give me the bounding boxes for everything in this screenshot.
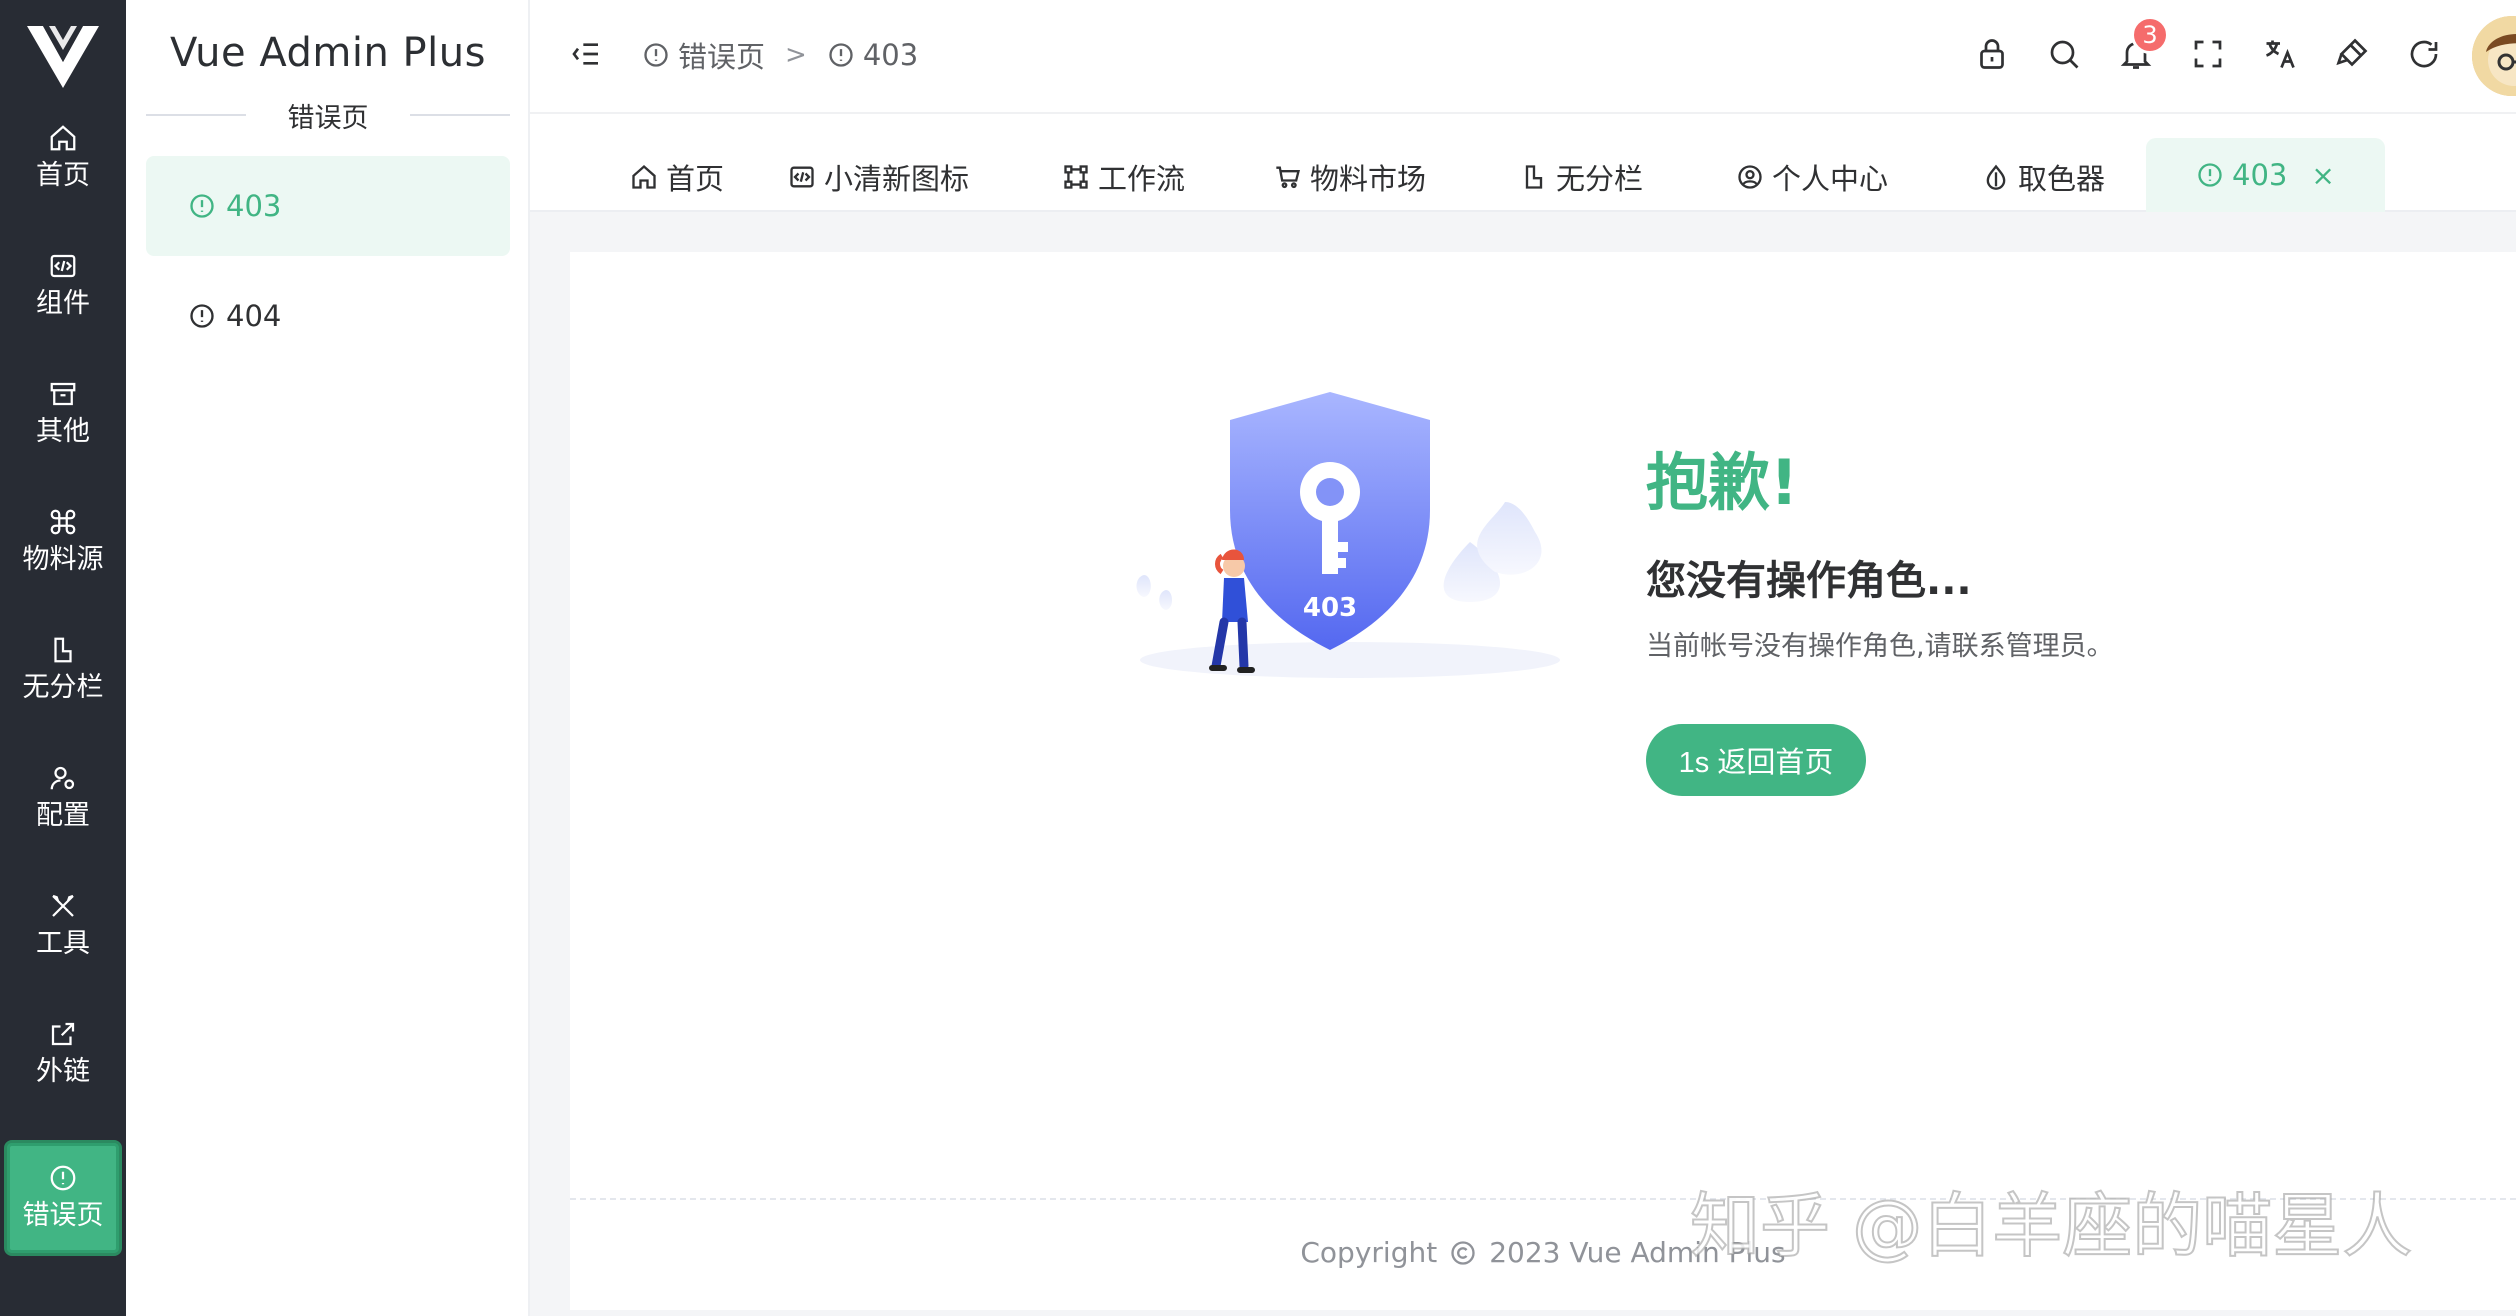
- user-settings-icon: [50, 766, 75, 790]
- tools-icon: [52, 894, 74, 917]
- tab-nocolumn[interactable]: 无分栏: [1520, 142, 1643, 212]
- forbidden-illustration: 403: [1130, 392, 1580, 712]
- error-card: 403 抱歉! 您没有操作角色... 当前帐号没有操作角色,请联系管理员。 1s…: [570, 252, 2516, 1310]
- cart-icon: [1276, 166, 1300, 189]
- tab-label: 403: [2232, 158, 2288, 192]
- tab-label: 取色器: [2018, 162, 2106, 196]
- tab-label: 工作流: [1098, 162, 1186, 196]
- collapse-menu-icon[interactable]: [570, 38, 602, 70]
- rail-item-error-pages[interactable]: 错误页: [4, 1140, 122, 1256]
- tab-icons[interactable]: 小清新图标: [788, 142, 969, 212]
- error-icon: [50, 1165, 76, 1191]
- error-icon: [829, 43, 853, 67]
- sidebar-item-403[interactable]: 403: [146, 156, 510, 256]
- rail-item-other[interactable]: 其他: [4, 356, 122, 472]
- rail-item-label: 无分栏: [22, 672, 104, 703]
- tab-profile[interactable]: 个人中心: [1736, 142, 1888, 212]
- app-title: Vue Admin Plus: [170, 30, 486, 76]
- drop-icon: [1986, 164, 2006, 190]
- tab-color-picker[interactable]: 取色器: [1982, 142, 2105, 212]
- translate-icon[interactable]: [2262, 36, 2298, 72]
- tab-market[interactable]: 物料市场: [1274, 142, 1426, 212]
- error-icon: [2198, 163, 2222, 187]
- error-title: 抱歉!: [1646, 446, 1799, 519]
- error-description: 当前帐号没有操作角色,请联系管理员。: [1646, 631, 2114, 662]
- layout-icon: [1525, 165, 1543, 189]
- back-home-button[interactable]: 1s 返回首页: [1646, 724, 1866, 796]
- tab-label: 首页: [666, 162, 725, 196]
- rail-item-external[interactable]: 外链: [4, 996, 122, 1112]
- rail-item-label: 错误页: [22, 1200, 104, 1231]
- sidebar-item-label: 404: [226, 299, 282, 333]
- breadcrumb: 错误页 > 403: [642, 34, 918, 76]
- vue-logo-icon[interactable]: [27, 26, 99, 88]
- sidebar-item-label: 403: [226, 189, 282, 223]
- sidebar-item-404[interactable]: 404: [146, 266, 510, 366]
- flow-icon: [1064, 165, 1088, 189]
- rail-item-label: 配置: [36, 800, 90, 831]
- breadcrumb-label: 错误页: [678, 40, 766, 74]
- error-icon: [190, 194, 214, 218]
- rail-item-label: 其他: [36, 416, 90, 447]
- tab-home[interactable]: 首页: [630, 142, 724, 212]
- user-icon: [1738, 165, 1762, 189]
- rail-item-label: 首页: [36, 160, 90, 191]
- fullscreen-icon[interactable]: [2190, 36, 2226, 72]
- copyright-icon: [1451, 1240, 1475, 1265]
- error-code-in-shield: 403: [1303, 593, 1357, 623]
- code-icon: [50, 254, 76, 278]
- error-icon: [190, 304, 214, 328]
- secondary-sidebar: Vue Admin Plus 错误页 403 404: [126, 0, 530, 1316]
- rail-item-config[interactable]: 配置: [4, 740, 122, 856]
- breadcrumb-item-403: 403: [827, 38, 918, 72]
- rail-item-nocolumn[interactable]: 无分栏: [4, 612, 122, 728]
- tab-workflow[interactable]: 工作流: [1062, 142, 1185, 212]
- tab-label: 小清新图标: [824, 162, 970, 196]
- primary-nav-rail: 首页 组件 其他 物料源 无分栏 配置 工具 外链 错误页: [0, 0, 126, 1316]
- rail-item-label: 外链: [36, 1056, 90, 1087]
- avatar[interactable]: [2472, 16, 2516, 96]
- menu-group-title: 错误页: [287, 103, 369, 134]
- notification-badge: 3: [2131, 16, 2169, 54]
- rail-item-components[interactable]: 组件: [4, 228, 122, 344]
- breadcrumb-separator: >: [785, 40, 807, 70]
- refresh-icon[interactable]: [2406, 36, 2442, 72]
- search-icon[interactable]: [2046, 36, 2082, 72]
- tab-403[interactable]: 403 ×: [2146, 138, 2385, 212]
- lock-icon[interactable]: [1974, 36, 2010, 72]
- command-icon: [50, 509, 76, 535]
- rail-item-label: 工具: [36, 928, 90, 959]
- tab-label: 物料市场: [1310, 162, 1427, 196]
- code-icon: [790, 166, 814, 188]
- home-icon: [50, 125, 76, 151]
- archive-icon: [50, 382, 76, 406]
- tab-label: 无分栏: [1556, 162, 1644, 196]
- error-subtitle: 您没有操作角色...: [1646, 558, 1972, 604]
- rail-item-home[interactable]: 首页: [4, 100, 122, 216]
- external-link-icon: [51, 1022, 75, 1046]
- watermark: 知乎 @白羊座的喵星人: [1689, 1184, 2413, 1268]
- home-icon: [632, 164, 656, 189]
- tab-label: 个人中心: [1772, 162, 1889, 196]
- tabs-bar: 首页 小清新图标 工作流 物料市场 无分栏 个人中心 取色器 403 ×: [530, 114, 2516, 212]
- error-icon: [644, 43, 668, 67]
- breadcrumb-item-error-pages[interactable]: 错误页: [642, 34, 765, 76]
- theme-brush-icon[interactable]: [2334, 36, 2370, 72]
- rail-item-label: 组件: [36, 288, 90, 319]
- top-header: 错误页 > 403 3: [530, 0, 2516, 114]
- rail-item-label: 物料源: [22, 544, 104, 575]
- breadcrumb-label: 403: [862, 38, 919, 72]
- rail-item-materials[interactable]: 物料源: [4, 484, 122, 600]
- copyright-label: Copyright: [1300, 1236, 1438, 1269]
- rail-item-tools[interactable]: 工具: [4, 868, 122, 984]
- layout-icon: [54, 637, 72, 663]
- close-icon[interactable]: ×: [2311, 159, 2334, 192]
